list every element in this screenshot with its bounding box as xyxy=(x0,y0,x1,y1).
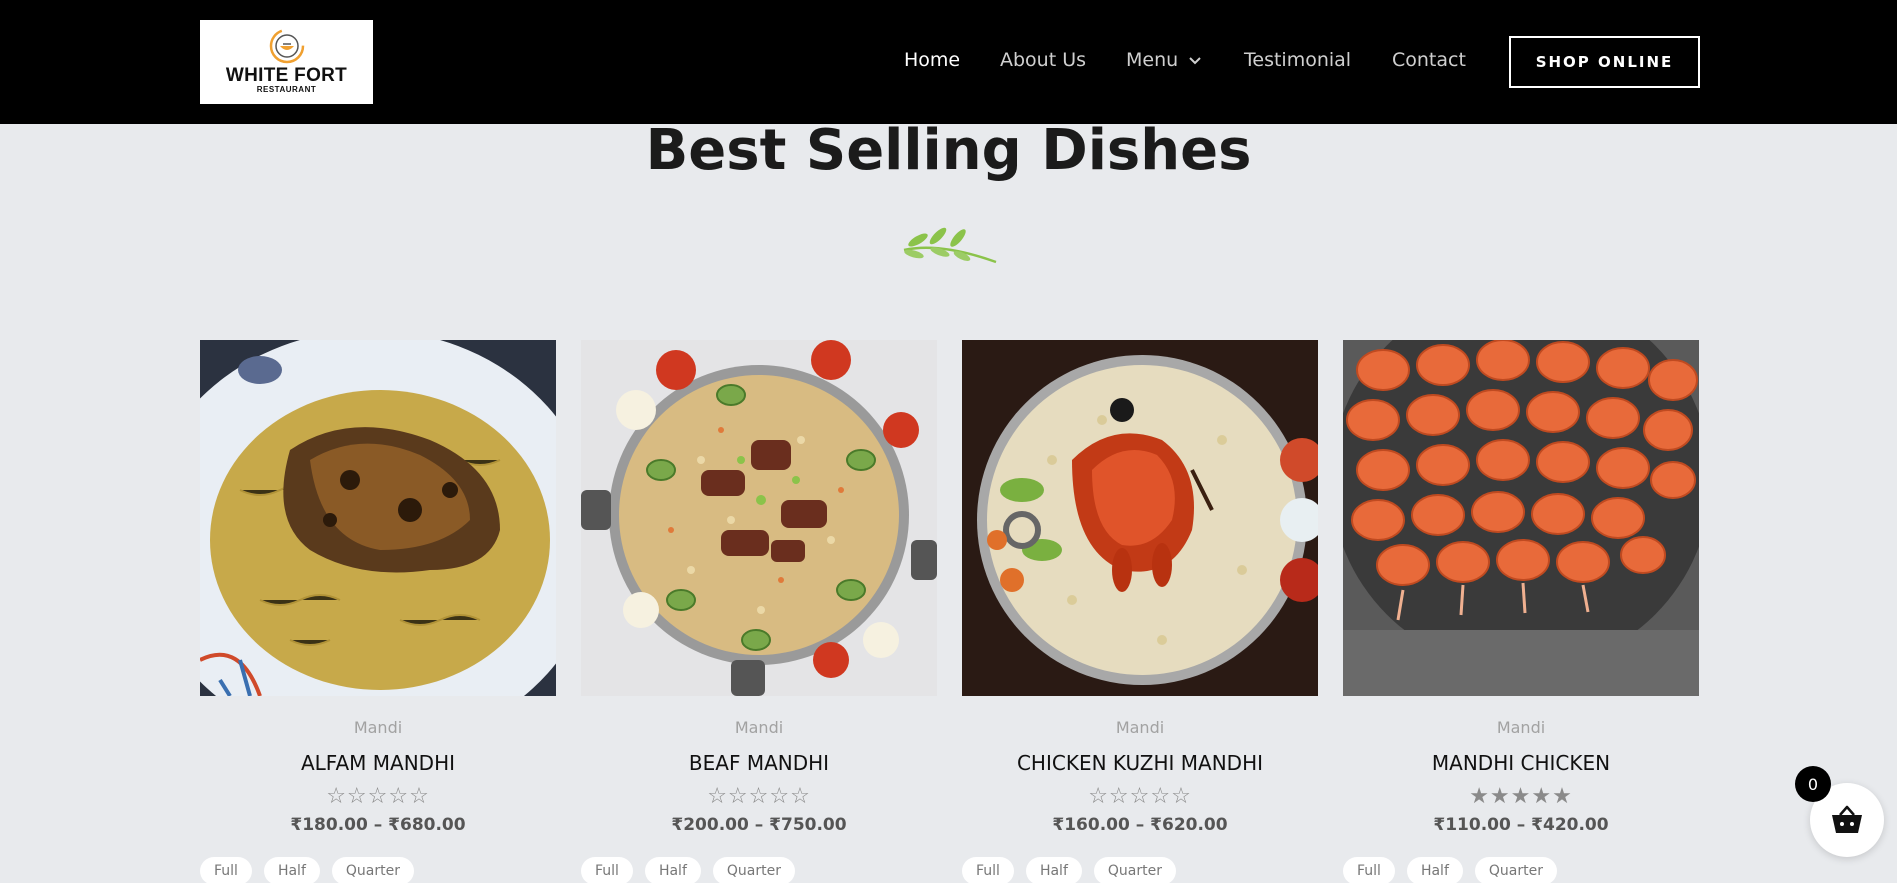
nav-about-us[interactable]: About Us xyxy=(1000,49,1086,71)
product-price: ₹180.00 – ₹680.00 xyxy=(290,815,466,835)
main-nav: Home About Us Menu Testimonial Contact S… xyxy=(0,0,1897,124)
variant-option[interactable]: Quarter xyxy=(1093,857,1176,883)
nav-home-label: Home xyxy=(904,49,961,71)
variant-option[interactable]: Quarter xyxy=(331,857,414,883)
chevron-down-icon xyxy=(1189,57,1201,65)
product-card[interactable]: Mandi CHICKEN KUZHI MANDHI ☆☆☆☆☆ ₹160.00… xyxy=(962,340,1318,883)
nav-menu[interactable]: Menu xyxy=(1126,49,1202,71)
product-image[interactable] xyxy=(581,340,937,696)
variant-option[interactable]: Half xyxy=(1406,857,1463,883)
variant-options: Full Half Quarter xyxy=(581,857,937,883)
product-category: Mandi xyxy=(734,718,784,737)
cart-count-badge: 0 xyxy=(1795,766,1831,802)
variant-option[interactable]: Half xyxy=(644,857,701,883)
rating-stars: ★★★★★ xyxy=(1469,783,1573,808)
product-name[interactable]: CHICKEN KUZHI MANDHI xyxy=(962,751,1318,775)
variant-options: Full Half Quarter xyxy=(1343,857,1699,883)
product-card[interactable]: Mandi ALFAM MANDHI ☆☆☆☆☆ ₹180.00 – ₹680.… xyxy=(200,340,556,883)
section-title: Best Selling Dishes xyxy=(645,118,1252,183)
variant-option[interactable]: Half xyxy=(263,857,320,883)
nav-home[interactable]: Home xyxy=(904,49,960,71)
nav-menu-label: Menu xyxy=(1126,49,1179,71)
variant-option[interactable]: Quarter xyxy=(712,857,795,883)
product-price: ₹200.00 – ₹750.00 xyxy=(671,815,847,835)
site-header: WHITE FORT RESTAURANT Home About Us Menu… xyxy=(0,0,1897,124)
nav-about-label: About Us xyxy=(1000,49,1087,71)
rating-stars: ☆☆☆☆☆ xyxy=(326,783,430,808)
nav-testimonial-label: Testimonial xyxy=(1244,49,1352,71)
product-price: ₹110.00 – ₹420.00 xyxy=(1433,815,1609,835)
variant-options: Full Half Quarter xyxy=(962,857,1318,883)
leaf-divider-icon xyxy=(903,227,997,264)
nav-contact-label: Contact xyxy=(1392,49,1466,71)
product-image[interactable] xyxy=(962,340,1318,696)
nav-contact[interactable]: Contact xyxy=(1392,49,1466,71)
variant-option[interactable]: Half xyxy=(1025,857,1082,883)
product-name[interactable]: ALFAM MANDHI xyxy=(200,751,556,775)
product-name[interactable]: MANDHI CHICKEN xyxy=(1343,751,1699,775)
variant-option[interactable]: Quarter xyxy=(1474,857,1557,883)
rating-stars: ☆☆☆☆☆ xyxy=(1088,783,1192,808)
product-card[interactable]: Mandi BEAF MANDHI ☆☆☆☆☆ ₹200.00 – ₹750.0… xyxy=(581,340,937,883)
basket-icon xyxy=(1832,805,1862,833)
variant-option[interactable]: Full xyxy=(581,857,633,883)
nav-testimonial[interactable]: Testimonial xyxy=(1244,49,1351,71)
product-category: Mandi xyxy=(1115,718,1165,737)
variant-option[interactable]: Full xyxy=(200,857,252,883)
product-category: Mandi xyxy=(353,718,403,737)
rating-stars: ☆☆☆☆☆ xyxy=(707,783,811,808)
product-image[interactable] xyxy=(1343,340,1699,696)
product-category: Mandi xyxy=(1496,718,1546,737)
variant-option[interactable]: Full xyxy=(962,857,1014,883)
product-name[interactable]: BEAF MANDHI xyxy=(581,751,937,775)
product-card[interactable]: Mandi MANDHI CHICKEN ★★★★★ ₹110.00 – ₹42… xyxy=(1343,340,1699,883)
product-image[interactable] xyxy=(200,340,556,696)
variant-option[interactable]: Full xyxy=(1343,857,1395,883)
product-price: ₹160.00 – ₹620.00 xyxy=(1052,815,1228,835)
shop-online-button[interactable]: SHOP ONLINE xyxy=(1509,36,1700,88)
variant-options: Full Half Quarter xyxy=(200,857,556,883)
